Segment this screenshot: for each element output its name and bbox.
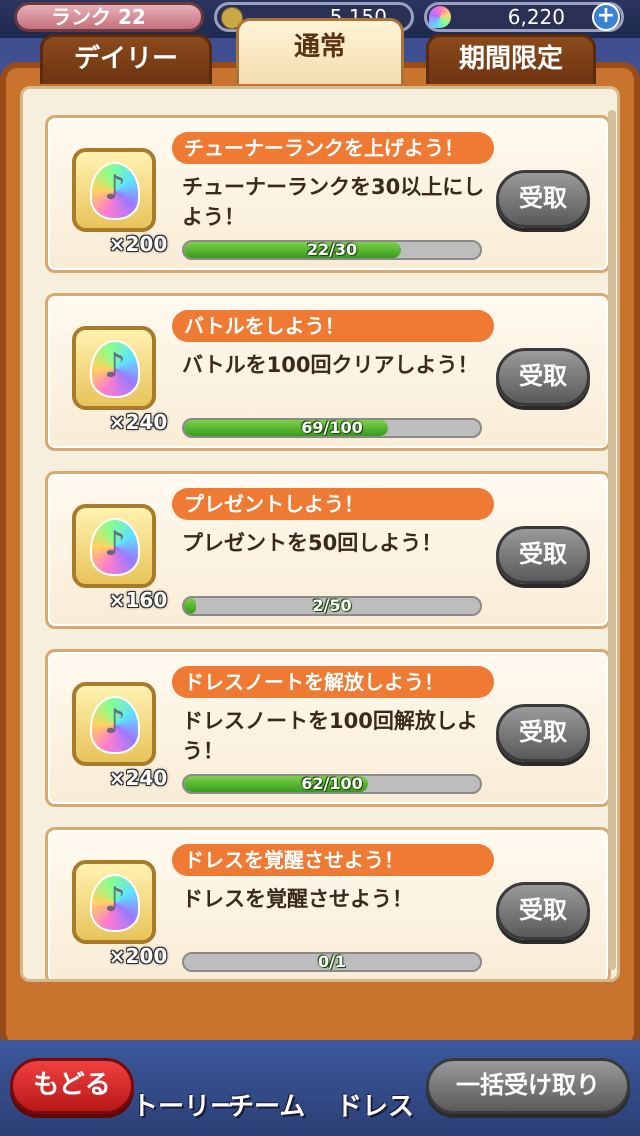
nav-story[interactable]: トーリー: [132, 1086, 236, 1123]
tab-normal-label: 通常: [293, 32, 346, 62]
reward-quantity: ×240: [108, 766, 168, 790]
mission-description: バトルを100回クリアしよう！: [182, 353, 479, 377]
claim-button[interactable]: 受取: [496, 526, 590, 584]
progress-text: 0/1: [317, 952, 347, 971]
progress-text: 69/100: [301, 418, 363, 437]
back-button[interactable]: もどる: [10, 1058, 134, 1114]
progress-bar: 69/100: [182, 418, 482, 438]
scrollbar[interactable]: [608, 110, 616, 970]
claim-button[interactable]: 受取: [496, 882, 590, 940]
rank-indicator: ランク 22: [14, 2, 204, 32]
reward-item: [72, 326, 156, 410]
progress-bar: 2/50: [182, 596, 482, 616]
claim-button[interactable]: 受取: [496, 170, 590, 228]
progress-text: 2/50: [312, 596, 352, 615]
mission-description: チューナーランクを30以上にしよう！: [182, 175, 485, 229]
rainbow-gem-icon: [90, 340, 140, 398]
reward-item: [72, 860, 156, 944]
mission-description: プレゼントを50回しよう！: [182, 531, 443, 555]
mission-card: ×160 プレゼントしよう！ プレゼントを50回しよう！ 2/50 受取: [45, 471, 611, 629]
tab-daily[interactable]: デイリー: [40, 34, 212, 84]
claim-all-button[interactable]: 一括受け取り: [426, 1058, 630, 1114]
claim-label: 受取: [519, 718, 567, 746]
mission-description: ドレスノートを100回解放しよう！: [182, 709, 478, 763]
tab-limited-label: 期間限定: [458, 44, 563, 74]
back-label: もどる: [33, 1070, 111, 1100]
mission-card: ×240 ドレスノートを解放しよう！ ドレスノートを100回解放しよう！ 62/…: [45, 649, 611, 807]
rainbow-gem-icon: [90, 518, 140, 576]
claim-label: 受取: [519, 896, 567, 924]
scroll-thumb[interactable]: [608, 110, 616, 970]
claim-label: 受取: [519, 184, 567, 212]
missions-list: ×200 チューナーランクを上げよう！ チューナーランクを30以上にしよう！ 2…: [20, 86, 620, 982]
mission-title: チューナーランクを上げよう！: [172, 132, 494, 164]
reward-quantity: ×240: [108, 410, 168, 434]
claim-all-label: 一括受け取り: [456, 1071, 600, 1099]
nav-dress[interactable]: ドレス: [336, 1086, 414, 1123]
reward-quantity: ×200: [108, 232, 168, 256]
reward-quantity: ×200: [108, 944, 168, 968]
mission-card: ×200 ドレスを覚醒させよう！ ドレスを覚醒させよう！ 0/1 受取: [45, 827, 611, 979]
mission-title: バトルをしよう！: [172, 310, 494, 342]
plus-icon: +: [596, 3, 616, 28]
reward-item: [72, 148, 156, 232]
mission-title: ドレスを覚醒させよう！: [172, 844, 494, 876]
missions-panel: ×200 チューナーランクを上げよう！ チューナーランクを30以上にしよう！ 2…: [0, 62, 640, 1050]
progress-bar: 0/1: [182, 952, 482, 972]
mission-title: プレゼントしよう！: [172, 488, 494, 520]
progress-bar: 22/30: [182, 240, 482, 260]
rainbow-gem-icon: [90, 162, 140, 220]
gem-amount: 6,220: [507, 5, 565, 29]
tab-normal[interactable]: 通常: [236, 18, 404, 84]
progress-text: 22/30: [306, 240, 358, 259]
mission-description: ドレスを覚醒させよう！: [182, 887, 413, 911]
progress-bar: 62/100: [182, 774, 482, 794]
claim-label: 受取: [519, 362, 567, 390]
reward-item: [72, 682, 156, 766]
claim-label: 受取: [519, 540, 567, 568]
mission-card: ×240 バトルをしよう！ バトルを100回クリアしよう！ 69/100 受取: [45, 293, 611, 451]
tab-limited[interactable]: 期間限定: [426, 34, 596, 84]
reward-item: [72, 504, 156, 588]
rainbow-gem-icon: [90, 874, 140, 932]
rank-label: ランク 22: [51, 5, 146, 29]
nav-team[interactable]: チーム: [228, 1086, 305, 1123]
claim-button[interactable]: 受取: [496, 704, 590, 762]
tab-daily-label: デイリー: [73, 44, 178, 74]
claim-button[interactable]: 受取: [496, 348, 590, 406]
mission-card: ×200 チューナーランクを上げよう！ チューナーランクを30以上にしよう！ 2…: [45, 115, 611, 273]
mission-title: ドレスノートを解放しよう！: [172, 666, 494, 698]
gem-icon: [429, 6, 451, 28]
rainbow-gem-icon: [90, 696, 140, 754]
add-gems-button[interactable]: +: [592, 3, 620, 31]
reward-quantity: ×160: [108, 588, 168, 612]
progress-text: 62/100: [301, 774, 363, 793]
